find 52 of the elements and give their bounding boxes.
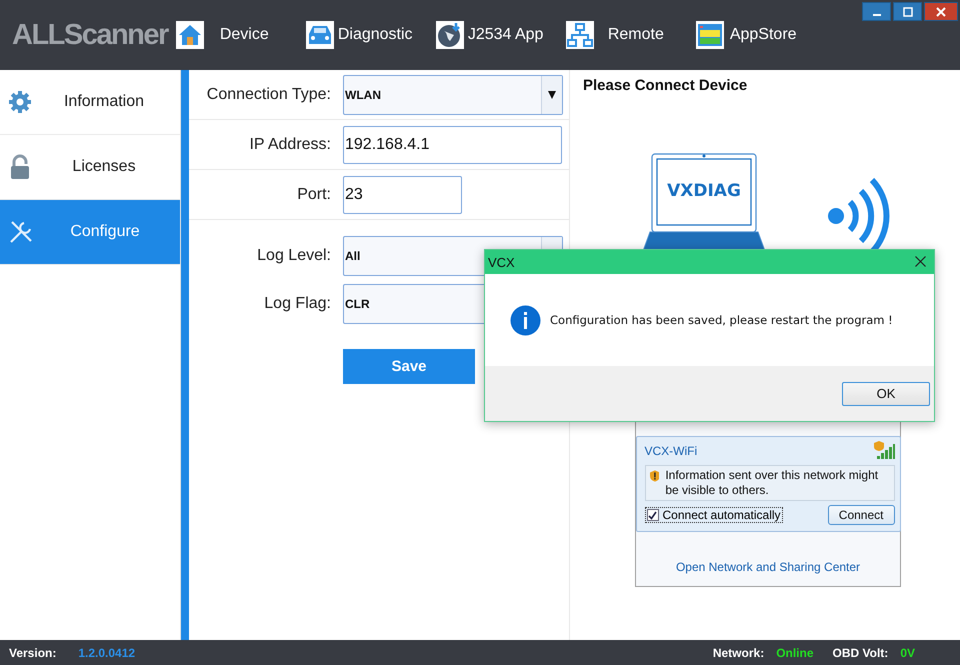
connect-button[interactable]: Connect (828, 505, 894, 525)
dropdown[interactable]: WLAN (343, 74, 563, 114)
input-field[interactable]: 192.168.4.1 (343, 126, 562, 164)
volt-value: 0V (900, 646, 915, 660)
gear-icon (8, 90, 32, 114)
maximize-button[interactable] (893, 2, 922, 21)
tools-icon (8, 219, 34, 245)
nav-item[interactable]: Device (176, 20, 306, 50)
minimize-button[interactable] (862, 2, 891, 21)
volt-label: OBD Volt: (832, 646, 888, 660)
maximize-icon (902, 6, 912, 16)
network-name: VCX-WiFi (644, 444, 698, 458)
ok-button[interactable]: OK (842, 382, 930, 406)
network-label: Network: (712, 646, 764, 660)
home-icon (176, 21, 204, 49)
field-label: Connection Type: (206, 86, 331, 104)
shield-icon (650, 468, 660, 484)
close-button[interactable] (915, 254, 926, 270)
lock-icon (8, 154, 32, 180)
info-icon (510, 304, 541, 336)
input-field[interactable]: 23 (343, 176, 462, 214)
panel-title: Please Connect Device (583, 77, 748, 94)
minimize-icon (872, 14, 880, 16)
sidebar-item[interactable]: Configure (0, 200, 180, 265)
network-icon (566, 21, 594, 49)
nav-item[interactable]: Diagnostic (306, 20, 436, 50)
network-center-link[interactable]: Open Network and Sharing Center (676, 560, 860, 574)
car-icon (306, 21, 334, 49)
sidebar-item[interactable]: Information (0, 70, 180, 135)
field-label: Log Level: (256, 247, 331, 265)
auto-connect-checkbox[interactable]: Connect automatically (644, 507, 783, 523)
nav-item[interactable]: AppStore (696, 20, 797, 50)
device-label: VXDIAG (667, 181, 741, 201)
version-value: 1.2.0.0412 (78, 646, 136, 660)
close-button[interactable] (924, 2, 958, 21)
warning-text: Information sent over this network might be visible to others. (665, 468, 880, 498)
save-button[interactable]: Save (343, 349, 475, 384)
version-label: Version: (9, 646, 56, 660)
field-label: IP Address: (248, 136, 331, 154)
checkmark-icon (648, 510, 657, 520)
close-icon (936, 6, 946, 16)
nav-item[interactable]: J2534 App (436, 20, 566, 50)
signal-icon (872, 441, 894, 461)
app-logo: ALLScanner (12, 18, 168, 52)
globe-icon (436, 21, 464, 49)
caret-icon (541, 76, 562, 114)
nav-item[interactable]: Remote (566, 20, 696, 50)
field-label: Log Flag: (263, 295, 331, 313)
network-status: Online (776, 646, 814, 660)
field-label: Port: (296, 186, 331, 204)
app-window-icon (696, 21, 724, 49)
dialog-title: VCX (488, 254, 515, 270)
